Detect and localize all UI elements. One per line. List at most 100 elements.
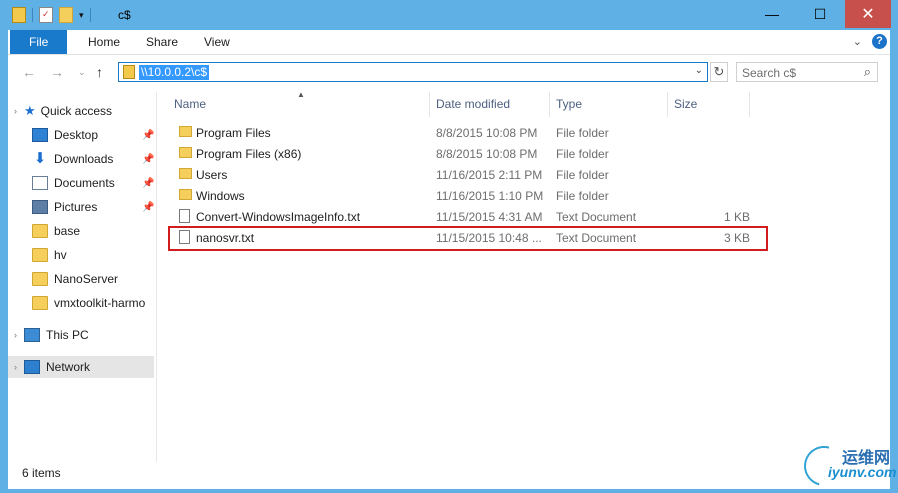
sidebar-item-vmxtoolkit[interactable]: vmxtoolkit-harmo — [8, 292, 154, 314]
tab-view[interactable]: View — [190, 30, 244, 54]
up-arrow-icon[interactable]: ↑ — [96, 64, 103, 80]
column-header-date[interactable]: Date modified — [430, 92, 550, 117]
folder-icon — [32, 272, 48, 286]
quick-access-toolbar: ✓ ▾ — [12, 7, 91, 23]
file-name: Users — [196, 168, 228, 182]
tab-share[interactable]: Share — [132, 30, 192, 54]
file-row[interactable]: Users 11/16/2015 2:11 PM File folder — [168, 164, 768, 185]
file-date: 11/15/2015 4:31 AM — [436, 210, 543, 224]
item-count: 6 items — [22, 466, 61, 480]
sidebar-item-label: Downloads — [54, 152, 114, 166]
file-type: Text Document — [556, 210, 637, 224]
sidebar-item-quick-access[interactable]: › ★ Quick access — [8, 100, 154, 122]
back-arrow-icon[interactable]: ← — [22, 64, 36, 80]
sidebar-item-label: NanoServer — [54, 272, 119, 286]
sidebar-item-hv[interactable]: hv — [8, 244, 154, 266]
sidebar-item-this-pc[interactable]: › This PC — [8, 324, 154, 346]
window-title: c$ — [118, 8, 131, 22]
properties-icon[interactable]: ✓ — [39, 7, 53, 23]
address-dropdown-icon[interactable]: ⌄ — [695, 65, 703, 76]
sidebar-item-label: Desktop — [54, 128, 99, 142]
file-date: 11/16/2015 1:10 PM — [436, 189, 544, 203]
navigation-pane: › ★ Quick access Desktop 📌 ⬇ Downloads 📌… — [8, 92, 156, 462]
folder-icon — [32, 248, 48, 262]
expand-chevron-icon[interactable]: › — [14, 362, 24, 372]
file-date: 8/8/2015 10:08 PM — [436, 147, 538, 161]
search-icon[interactable]: ⌕ — [864, 64, 871, 80]
sidebar-item-label: vmxtoolkit-harmo — [54, 296, 146, 310]
desktop-icon — [32, 128, 48, 142]
sidebar-item-base[interactable]: base — [8, 220, 154, 242]
minimize-button[interactable]: — — [755, 0, 789, 28]
file-row[interactable]: Program Files 8/8/2015 10:08 PM File fol… — [168, 122, 768, 143]
address-row: ← → ⌄ ↑ \\10.0.0.2\c$ ⌄ ↻ Search c$ ⌕ — [8, 60, 890, 86]
pin-icon: 📌 — [142, 177, 154, 189]
folder-icon — [32, 296, 48, 310]
address-path[interactable]: \\10.0.0.2\c$ — [139, 65, 210, 80]
folder-icon — [179, 168, 192, 179]
file-date: 8/8/2015 10:08 PM — [436, 126, 538, 140]
sidebar-item-downloads[interactable]: ⬇ Downloads 📌 — [8, 148, 154, 170]
file-row[interactable]: Program Files (x86) 8/8/2015 10:08 PM Fi… — [168, 143, 768, 164]
file-row[interactable]: Convert-WindowsImageInfo.txt 11/15/2015 … — [168, 206, 768, 227]
sidebar-item-pictures[interactable]: Pictures 📌 — [8, 196, 154, 218]
network-icon — [24, 360, 40, 374]
file-type: File folder — [556, 168, 609, 182]
search-box[interactable]: Search c$ ⌕ — [736, 62, 878, 82]
sidebar-item-label: Quick access — [40, 104, 113, 118]
sidebar-item-network[interactable]: › Network — [8, 356, 154, 378]
address-bar[interactable]: \\10.0.0.2\c$ ⌄ — [118, 62, 708, 82]
pin-icon: 📌 — [142, 129, 154, 141]
sidebar-item-label: This PC — [46, 328, 89, 342]
status-bar: 6 items — [8, 462, 890, 484]
expand-ribbon-icon[interactable]: ⌄ — [853, 35, 862, 48]
column-header-size[interactable]: Size — [668, 92, 750, 117]
watermark-en: iyunv.com — [828, 464, 897, 480]
sidebar-item-label: Documents — [54, 176, 115, 190]
sidebar-item-desktop[interactable]: Desktop 📌 — [8, 124, 154, 146]
folder-icon — [179, 126, 192, 137]
expand-chevron-icon[interactable]: › — [14, 330, 24, 340]
file-name: Windows — [196, 189, 245, 203]
maximize-button[interactable]: ☐ — [803, 0, 837, 28]
customize-toolbar-icon[interactable]: ▾ — [79, 10, 84, 21]
tab-home[interactable]: Home — [74, 30, 134, 54]
help-icon[interactable]: ? — [872, 34, 887, 49]
folder-icon — [32, 224, 48, 238]
file-name: Program Files (x86) — [196, 147, 302, 161]
title-bar: ✓ ▾ c$ — ☐ ✕ — [0, 0, 898, 30]
sidebar-item-label: Network — [46, 360, 91, 374]
pane-splitter[interactable] — [156, 92, 157, 462]
tab-file[interactable]: File — [10, 30, 68, 54]
close-button[interactable]: ✕ — [845, 0, 891, 28]
recent-locations-icon[interactable]: ⌄ — [78, 67, 86, 78]
drive-icon — [12, 7, 26, 23]
text-file-icon — [179, 209, 190, 223]
folder-icon — [179, 189, 192, 200]
column-header-type[interactable]: Type — [550, 92, 668, 117]
ribbon-tabs: File Home Share View ⌄ ? — [8, 30, 890, 55]
file-type: File folder — [556, 126, 609, 140]
documents-icon — [32, 176, 48, 190]
star-icon: ★ — [24, 103, 36, 118]
watermark-logo: 运维网 iyunv.com — [796, 438, 896, 493]
sidebar-item-nanoserver[interactable]: NanoServer — [8, 268, 154, 290]
file-row[interactable]: Windows 11/16/2015 1:10 PM File folder — [168, 185, 768, 206]
search-placeholder: Search c$ — [742, 66, 797, 80]
sidebar-item-documents[interactable]: Documents 📌 — [8, 172, 154, 194]
explorer-window: ✓ ▾ c$ — ☐ ✕ File Home Share View ⌄ ? ← … — [0, 0, 898, 493]
file-date: 11/16/2015 2:11 PM — [436, 168, 543, 182]
pin-icon: 📌 — [142, 201, 154, 213]
computer-icon — [24, 328, 40, 342]
sidebar-item-label: hv — [54, 248, 67, 262]
sidebar-item-label: base — [54, 224, 81, 238]
file-name: Program Files — [196, 126, 271, 140]
pictures-icon — [32, 200, 48, 214]
expand-chevron-icon[interactable]: › — [14, 106, 24, 116]
column-header-name[interactable]: Name — [168, 92, 430, 117]
refresh-button[interactable]: ↻ — [710, 62, 728, 82]
forward-arrow-icon[interactable]: → — [50, 64, 64, 80]
download-icon: ⬇ — [33, 150, 47, 167]
new-folder-icon[interactable] — [59, 7, 73, 23]
file-size: 1 KB — [723, 210, 750, 224]
